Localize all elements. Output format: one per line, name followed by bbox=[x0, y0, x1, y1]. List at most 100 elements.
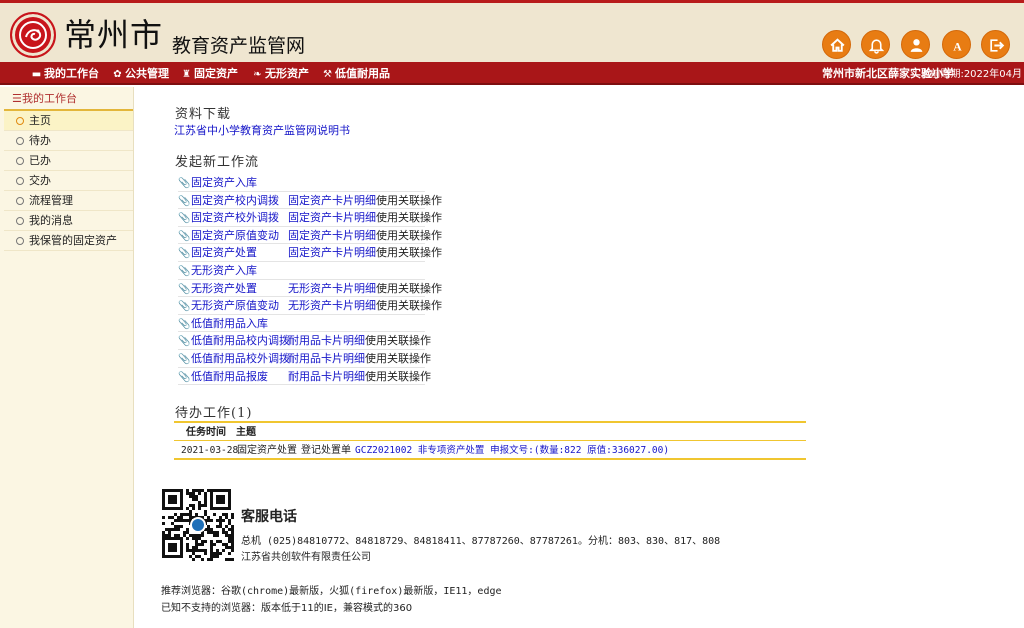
card-detail-link[interactable]: 固定资产卡片明细 bbox=[288, 246, 376, 259]
sidebar-item-home[interactable]: 主页 bbox=[4, 111, 133, 131]
sidebar: ☰我的工作台 主页 待办 已办 交办 流程管理 我的消息 我保管的固定资产 bbox=[0, 87, 134, 628]
system-name: 教育资产监管网 bbox=[172, 35, 306, 57]
circle-icon bbox=[16, 237, 24, 245]
sidebar-item-done[interactable]: 已办 bbox=[4, 151, 133, 171]
menu-my-workbench[interactable]: ▬ 我的工作台 bbox=[31, 66, 99, 81]
related-operation-text: 使用关联操作 bbox=[376, 211, 442, 225]
menu-public-management[interactable]: ✿ 公共管理 bbox=[112, 66, 169, 81]
card-detail-group: 耐用品卡片明细使用关联操作 bbox=[288, 368, 431, 386]
sidebar-item-process-management[interactable]: 流程管理 bbox=[4, 191, 133, 211]
service-company: 江苏省共创软件有限责任公司 bbox=[241, 552, 371, 563]
unsupported-browsers: 已知不支持的浏览器：版本低于11的IE，兼容模式的360 bbox=[161, 603, 413, 614]
card-detail-link[interactable]: 无形资产卡片明细 bbox=[288, 299, 376, 312]
column-subject: 主题 bbox=[236, 427, 256, 438]
workflow-link[interactable]: 固定资产校内调拨 bbox=[191, 192, 279, 210]
paperclip-icon: 📎 bbox=[178, 248, 191, 260]
sidebar-item-my-fixed-assets[interactable]: 我保管的固定资产 bbox=[4, 231, 133, 251]
building-icon: ♜ bbox=[182, 69, 191, 80]
todo-title: 待办工作(1) bbox=[175, 406, 253, 421]
workflow-link[interactable]: 无形资产处置 bbox=[191, 280, 257, 298]
column-task-time: 任务时间 bbox=[186, 427, 226, 438]
card-detail-group: 固定资产卡片明细使用关联操作 bbox=[288, 244, 442, 262]
related-operation-text: 使用关联操作 bbox=[376, 281, 442, 295]
menu-list-icon: ☰ bbox=[12, 92, 22, 105]
city-logo bbox=[10, 12, 56, 58]
workflow-link[interactable]: 固定资产处置 bbox=[191, 244, 257, 262]
workflow-link[interactable]: 无形资产入库 bbox=[191, 262, 257, 280]
workflow-link[interactable]: 固定资产入库 bbox=[191, 174, 257, 192]
card-detail-group: 无形资产卡片明细使用关联操作 bbox=[288, 297, 442, 315]
leaf-icon: ❧ bbox=[253, 69, 262, 80]
task-type: 固定资产处置 bbox=[237, 445, 297, 456]
user-icon[interactable] bbox=[901, 30, 930, 59]
service-phone-title: 客服电话 bbox=[241, 509, 297, 525]
workflow-row: 📎 固定资产校内调拨 固定资产卡片明细使用关联操作 bbox=[178, 192, 442, 210]
workflow-row: 📎 低值耐用品校外调拨 耐用品卡片明细使用关联操作 bbox=[178, 350, 431, 368]
bell-icon[interactable] bbox=[861, 30, 890, 59]
downloads-title: 资料下载 bbox=[175, 107, 232, 122]
todo-table: 任务时间 主题 2021-03-28 固定资产处置 登记处置单 GCZ20210… bbox=[174, 421, 806, 460]
new-workflow-title: 发起新工作流 bbox=[175, 155, 260, 170]
paperclip-icon: 📎 bbox=[178, 178, 191, 189]
card-detail-link[interactable]: 无形资产卡片明细 bbox=[288, 282, 376, 295]
workflow-link[interactable]: 低值耐用品校内调拨 bbox=[191, 332, 290, 350]
workflow-row: 📎 低值耐用品入库 bbox=[178, 315, 425, 333]
workflow-link[interactable]: 无形资产原值变动 bbox=[191, 297, 279, 315]
workflow-row: 📎 低值耐用品报废 耐用品卡片明细使用关联操作 bbox=[178, 368, 431, 386]
workflow-row: 📎 固定资产处置 固定资产卡片明细使用关联操作 bbox=[178, 244, 442, 262]
card-detail-link[interactable]: 固定资产卡片明细 bbox=[288, 211, 376, 224]
circle-icon bbox=[16, 157, 24, 165]
card-detail-link[interactable]: 固定资产卡片明细 bbox=[288, 229, 376, 242]
workflow-row: 📎 无形资产入库 bbox=[178, 262, 425, 280]
main-menu-bar: ▬ 我的工作台 ✿ 公共管理 ♜ 固定资产 ❧ 无形资产 ⚒ 低值耐用品 常州市新北区薛家… bbox=[0, 62, 1024, 85]
card-detail-link[interactable]: 耐用品卡片明细 bbox=[288, 334, 365, 347]
card-detail-link[interactable]: 耐用品卡片明细 bbox=[288, 370, 365, 383]
qr-code-icon bbox=[162, 489, 234, 561]
workflow-row: 📎 无形资产处置 无形资产卡片明细使用关联操作 bbox=[178, 280, 442, 298]
sidebar-item-my-messages[interactable]: 我的消息 bbox=[4, 211, 133, 231]
related-operation-text: 使用关联操作 bbox=[376, 246, 442, 260]
related-operation-text: 使用关联操作 bbox=[376, 299, 442, 313]
card-detail-group: 耐用品卡片明细使用关联操作 bbox=[288, 332, 431, 350]
card-detail-link[interactable]: 固定资产卡片明细 bbox=[288, 194, 376, 207]
card-detail-group: 固定资产卡片明细使用关联操作 bbox=[288, 227, 442, 245]
menu-fixed-assets[interactable]: ♜ 固定资产 bbox=[181, 66, 238, 81]
svg-text:A: A bbox=[953, 40, 962, 53]
workflow-link[interactable]: 固定资产校外调拨 bbox=[191, 209, 279, 227]
card-detail-group: 无形资产卡片明细使用关联操作 bbox=[288, 280, 442, 298]
table-row[interactable]: 2021-03-28 固定资产处置 登记处置单 GCZ2021002 非专项资产… bbox=[174, 441, 806, 460]
workflow-row: 📎 固定资产入库 bbox=[178, 174, 425, 192]
sidebar-item-assigned[interactable]: 交办 bbox=[4, 171, 133, 191]
workflow-row: 📎 固定资产原值变动 固定资产卡片明细使用关联操作 bbox=[178, 227, 442, 245]
menu-intangible-assets[interactable]: ❧ 无形资产 bbox=[252, 66, 309, 81]
logout-icon[interactable] bbox=[981, 30, 1010, 59]
paperclip-icon: 📎 bbox=[178, 318, 191, 330]
task-detail-link[interactable]: GCZ2021002 非专项资产处置 申报文号:(数量:822 原值:33602… bbox=[355, 441, 669, 460]
task-form: 登记处置单 bbox=[301, 445, 351, 456]
paperclip-icon: 📎 bbox=[178, 230, 191, 242]
related-operation-text: 使用关联操作 bbox=[365, 334, 431, 348]
manual-download-link[interactable]: 江苏省中小学教育资产监管网说明书 bbox=[174, 122, 350, 138]
home-icon[interactable] bbox=[822, 30, 851, 59]
header: 常州市 教育资产监管网 A bbox=[0, 0, 1024, 62]
menu-low-value-durables[interactable]: ⚒ 低值耐用品 bbox=[322, 66, 390, 81]
font-size-icon[interactable]: A bbox=[942, 30, 971, 59]
paperclip-icon: 📎 bbox=[178, 265, 191, 277]
workflow-link[interactable]: 固定资产原值变动 bbox=[191, 227, 279, 245]
paperclip-icon: 📎 bbox=[178, 371, 191, 383]
workflow-link[interactable]: 低值耐用品校外调拨 bbox=[191, 350, 290, 368]
sidebar-item-todo[interactable]: 待办 bbox=[4, 131, 133, 151]
circle-icon bbox=[16, 197, 24, 205]
card-detail-link[interactable]: 耐用品卡片明细 bbox=[288, 352, 365, 365]
card-detail-group: 固定资产卡片明细使用关联操作 bbox=[288, 192, 442, 210]
paperclip-icon: 📎 bbox=[178, 283, 191, 295]
main-content: 资料下载 江苏省中小学教育资产监管网说明书 发起新工作流 📎 固定资产入库 📎 固定资… bbox=[134, 87, 1024, 628]
city-name: 常州市 bbox=[64, 16, 164, 54]
related-operation-text: 使用关联操作 bbox=[376, 228, 442, 242]
workflow-link[interactable]: 低值耐用品报废 bbox=[191, 368, 268, 386]
card-detail-group: 耐用品卡片明细使用关联操作 bbox=[288, 350, 431, 368]
task-date: 2021-03-28 bbox=[181, 445, 239, 456]
workflow-row: 📎 低值耐用品校内调拨 耐用品卡片明细使用关联操作 bbox=[178, 332, 431, 350]
workflow-link[interactable]: 低值耐用品入库 bbox=[191, 315, 268, 333]
card-detail-group: 固定资产卡片明细使用关联操作 bbox=[288, 209, 442, 227]
